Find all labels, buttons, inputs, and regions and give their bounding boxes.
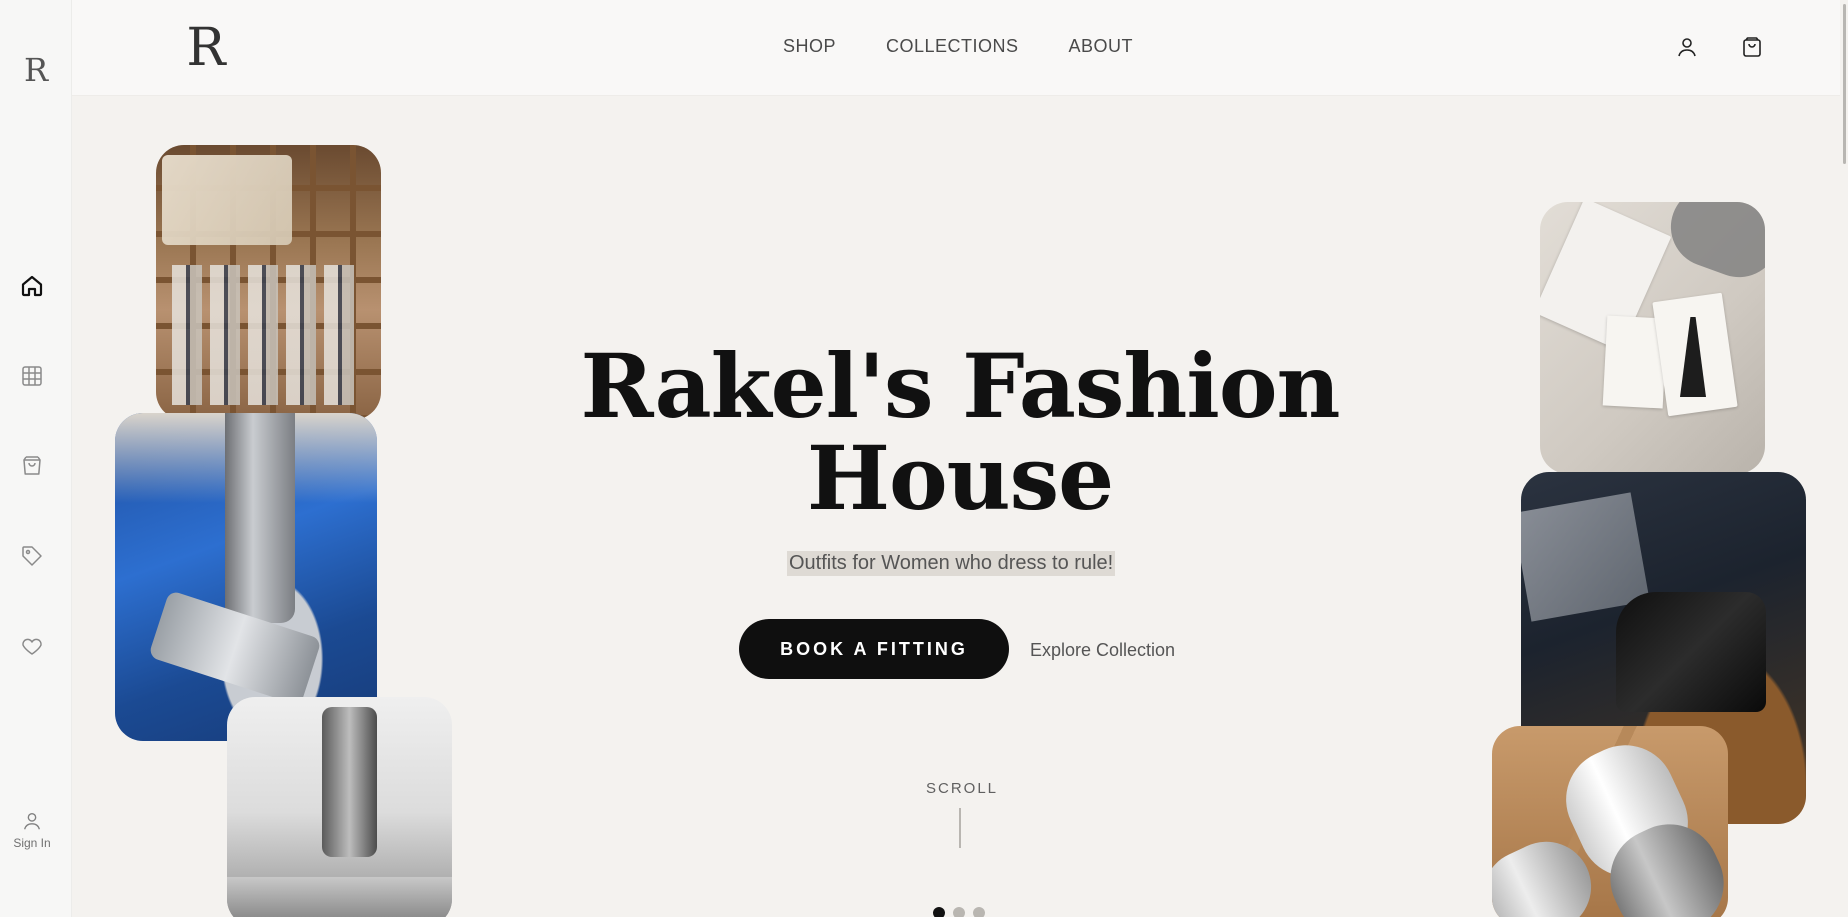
top-header: R SHOP COLLECTIONS ABOUT [72,0,1840,96]
hero-tagline: Outfits for Women who dress to rule! [787,551,1116,576]
fabric-bags-shape [162,155,292,245]
scroll-indicator-label: SCROLL [926,780,999,797]
carousel-dot[interactable] [953,907,965,917]
book-fitting-button[interactable]: BOOK A FITTING [739,619,1009,679]
explore-collection-link[interactable]: Explore Collection [1030,640,1175,661]
page: R Sign In R SHOP COLLECTIONS ABOUT Rakel… [0,0,1848,917]
user-icon [1678,38,1696,57]
home-icon [21,275,43,297]
nav-collections[interactable]: COLLECTIONS [886,36,1019,57]
machine-base-shape [227,877,452,917]
sign-in-button[interactable]: Sign In [4,810,60,850]
sidebar-item-grid[interactable] [16,360,48,392]
account-button[interactable] [1672,32,1702,62]
cart-button[interactable] [1737,32,1767,62]
needle-shape [225,413,295,623]
sewing-needle-photo [115,413,377,741]
sidebar-logo[interactable]: R [18,50,54,90]
machine-head-shape [322,707,377,857]
grid-icon [22,366,42,386]
nav-shop[interactable]: SHOP [783,36,836,57]
fashion-sketches-photo [1540,202,1765,474]
scroll-indicator-line [959,808,961,848]
sidebar-item-favorites[interactable] [16,630,48,662]
user-icon [23,812,41,830]
thread-spools-photo [1492,726,1728,917]
carousel-dots [933,907,985,917]
sidebar-item-bag[interactable] [16,450,48,482]
scrollbar-thumb[interactable] [1843,4,1846,164]
shopping-bag-icon [1743,37,1761,57]
sidebar-item-tag[interactable] [16,540,48,572]
vintage-machine-shape [1616,592,1766,712]
tag-icon [22,546,42,566]
sidebar-item-home[interactable] [16,270,48,302]
carousel-dot[interactable] [933,907,945,917]
carousel-dot[interactable] [973,907,985,917]
sidebar: R Sign In [0,0,72,917]
sewing-machine-bw-photo [227,697,452,917]
haberdashery-photo [156,145,381,420]
nav-about[interactable]: ABOUT [1069,36,1134,57]
hero-title-line2: House [806,426,1114,530]
brand-logo[interactable]: R [180,18,232,78]
page-scrollbar[interactable] [1840,0,1848,917]
thread-spools-shape [172,265,357,405]
hero-title: Rakel's Fashion House [560,340,1360,524]
hero-title-line1: Rakel's Fashion [580,334,1341,438]
heart-icon [22,638,42,655]
shopping-bag-icon [23,456,41,475]
sign-in-label: Sign In [13,836,51,850]
main-nav: SHOP COLLECTIONS ABOUT [783,36,1133,57]
